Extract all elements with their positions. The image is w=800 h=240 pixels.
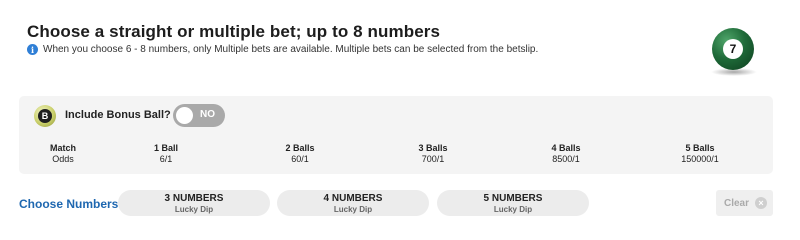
info-icon: i <box>27 44 38 55</box>
bonus-ball-icon: B <box>34 105 56 127</box>
odds-head: 5 Balls <box>685 143 715 153</box>
odds-col-2-balls: 2 Balls 60/1 <box>265 143 335 165</box>
lucky-dip-count: 5 NUMBERS <box>483 193 543 204</box>
odds-value: 60/1 <box>291 154 309 164</box>
bonus-ball-letter: B <box>38 109 52 123</box>
odds-col-4-balls: 4 Balls 8500/1 <box>531 143 601 165</box>
odds-head: 3 Balls <box>418 143 448 153</box>
lucky-dip-label: Lucky Dip <box>174 205 214 214</box>
odds-col-5-balls: 5 Balls 150000/1 <box>665 143 735 165</box>
choose-numbers-link[interactable]: Choose Numbers <box>19 197 118 211</box>
info-text: When you choose 6 - 8 numbers, only Mult… <box>43 44 539 55</box>
lucky-dip-count: 4 NUMBERS <box>323 193 383 204</box>
odds-value: 700/1 <box>421 154 445 164</box>
odds-value: 150000/1 <box>681 154 719 164</box>
ball-number: 7 <box>723 39 743 59</box>
odds-col-match: Match Odds <box>28 143 98 165</box>
lotto-ball-icon: 7 <box>707 24 759 76</box>
page-title: Choose a straight or multiple bet; up to… <box>27 22 441 41</box>
odds-head: 1 Ball <box>153 143 178 153</box>
lucky-dip-3-button[interactable]: 3 NUMBERS Lucky Dip <box>118 190 270 216</box>
bonus-odds-panel: B Include Bonus Ball? NO Match Odds 1 Ba… <box>19 96 773 174</box>
lucky-dip-5-button[interactable]: 5 NUMBERS Lucky Dip <box>437 190 589 216</box>
lucky-dip-label: Lucky Dip <box>333 205 373 214</box>
odds-value: Odds <box>52 154 74 164</box>
odds-value: 8500/1 <box>552 154 580 164</box>
odds-head: Match <box>49 143 76 153</box>
odds-col-3-balls: 3 Balls 700/1 <box>398 143 468 165</box>
clear-button[interactable]: Clear × <box>716 190 773 216</box>
odds-head: 4 Balls <box>551 143 581 153</box>
lucky-dip-4-button[interactable]: 4 NUMBERS Lucky Dip <box>277 190 429 216</box>
toggle-state: NO <box>200 109 215 120</box>
bonus-ball-label: Include Bonus Ball? <box>65 109 171 121</box>
odds-value: 6/1 <box>159 154 173 164</box>
lucky-dip-count: 3 NUMBERS <box>164 193 224 204</box>
odds-col-1-ball: 1 Ball 6/1 <box>131 143 201 165</box>
close-icon: × <box>755 197 768 209</box>
clear-label: Clear <box>724 197 750 209</box>
bonus-ball-toggle[interactable]: NO <box>173 104 225 127</box>
info-note: i When you choose 6 - 8 numbers, only Mu… <box>27 44 538 55</box>
odds-head: 2 Balls <box>285 143 315 153</box>
toggle-knob <box>176 107 193 124</box>
lucky-dip-label: Lucky Dip <box>493 205 533 214</box>
